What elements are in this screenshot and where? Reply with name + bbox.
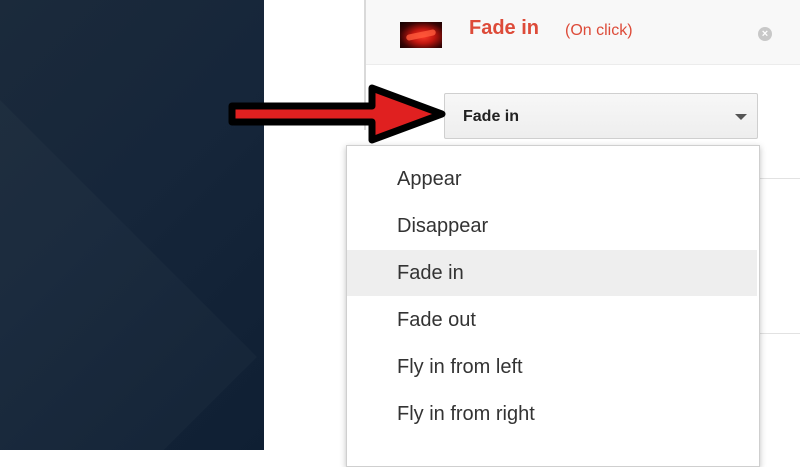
divider-line	[758, 178, 800, 179]
annotation-arrow	[228, 84, 446, 144]
option-fade-out[interactable]: Fade out	[347, 297, 757, 343]
option-fly-in-from-left[interactable]: Fly in from left	[347, 344, 757, 390]
arrow-shape	[228, 84, 446, 144]
thumbnail-streak	[405, 28, 437, 42]
animation-title: Fade in	[469, 17, 540, 39]
animation-type-select[interactable]: Fade in	[444, 93, 758, 139]
divider-line	[758, 333, 800, 334]
animation-type-dropdown: Appear Disappear Fade in Fade out Fly in…	[346, 145, 760, 467]
animation-trigger: (On click)	[565, 22, 633, 39]
animation-item[interactable]: Fade in (On click) ×	[366, 0, 800, 65]
select-value: Fade in	[463, 108, 520, 125]
animation-thumbnail	[400, 22, 442, 48]
slide-canvas	[0, 0, 264, 450]
chevron-down-icon[interactable]	[735, 114, 747, 120]
option-appear[interactable]: Appear	[347, 156, 757, 202]
option-disappear[interactable]: Disappear	[347, 203, 757, 249]
option-fly-in-from-right[interactable]: Fly in from right	[347, 391, 757, 437]
close-icon[interactable]: ×	[758, 27, 772, 41]
option-fade-in[interactable]: Fade in	[347, 250, 757, 296]
